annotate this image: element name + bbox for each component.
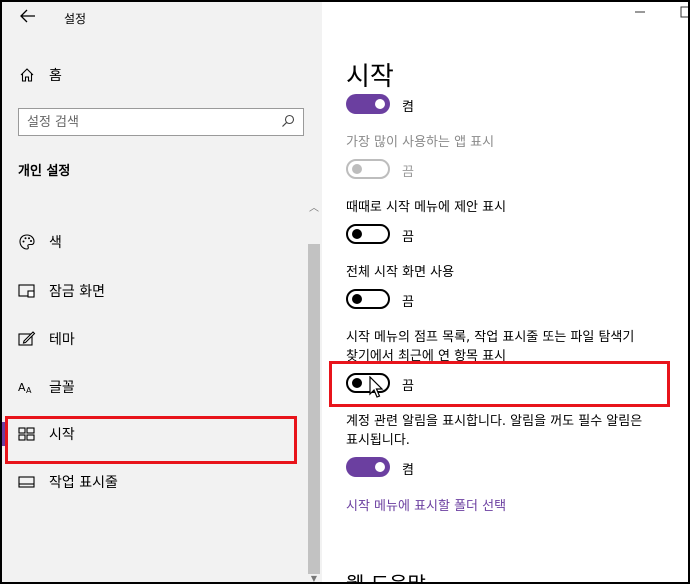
toggle-knob	[375, 99, 385, 109]
toggle-show-more-tiles[interactable]	[346, 94, 390, 114]
sidebar: 설정 홈 개인 설정 색	[0, 0, 322, 584]
toggle-state-label: 끔	[402, 230, 414, 245]
toggle-knob	[375, 462, 385, 472]
app-title: 설정	[64, 12, 87, 26]
toggle-state-label: 켬	[402, 463, 414, 478]
setting-label: 전체 시작 화면 사용	[346, 265, 455, 280]
setting-label-line1: 시작 메뉴의 점프 목록, 작업 표시줄 또는 파일 탐색기	[346, 330, 635, 345]
sidebar-item-start[interactable]: 시작	[2, 422, 288, 446]
sidebar-item-label: 작업 표시줄	[49, 475, 118, 491]
sidebar-scrollbar[interactable]: ︿ ▼	[306, 200, 322, 584]
toggle-full-screen-start[interactable]	[346, 289, 390, 309]
toggle-knob	[352, 164, 362, 174]
setting-label-line1: 계정 관련 알림을 표시합니다. 알림을 꺼도 필수 알림은	[346, 414, 643, 429]
toggle-knob	[352, 294, 362, 304]
sidebar-item-label: 색	[49, 235, 62, 251]
minimize-button[interactable]	[634, 6, 646, 22]
toggle-knob	[352, 378, 362, 388]
sidebar-item-label: 잠금 화면	[49, 284, 105, 300]
scroll-thumb[interactable]	[308, 244, 320, 574]
toggle-state-label: 끔	[402, 295, 414, 310]
sidebar-item-lock-screen[interactable]: 잠금 화면	[18, 279, 288, 303]
setting-label-line2: 표시됩니다.	[346, 433, 410, 448]
sidebar-item-label: 시작	[49, 427, 75, 443]
sidebar-item-color[interactable]: 색	[18, 230, 288, 254]
section-title: 개인 설정	[18, 164, 71, 179]
mouse-cursor-icon	[369, 376, 384, 398]
sidebar-item-label: 홈	[49, 68, 62, 84]
home-icon	[18, 66, 36, 84]
setting-label-line2: 찾기에서 최근에 연 항목 표시	[346, 349, 507, 364]
scroll-up-icon[interactable]: ︿	[306, 202, 322, 216]
sidebar-item-taskbar[interactable]: 작업 표시줄	[18, 470, 288, 494]
sidebar-item-fonts[interactable]: A A 글꼴	[18, 375, 288, 399]
back-button[interactable]	[16, 8, 40, 28]
setting-label: 가장 많이 사용하는 앱 표시	[346, 135, 495, 150]
theme-icon	[18, 330, 36, 348]
maximize-icon	[680, 6, 690, 18]
minimize-icon	[635, 11, 645, 13]
font-icon: A A	[18, 378, 36, 396]
back-arrow-icon	[20, 9, 35, 23]
search-input[interactable]	[27, 114, 281, 130]
svg-text:A: A	[26, 386, 32, 395]
sidebar-item-theme[interactable]: 테마	[18, 327, 288, 351]
toggle-account-notifications[interactable]	[346, 457, 390, 477]
toggle-most-used-apps	[346, 159, 390, 179]
lock-screen-icon	[18, 282, 36, 300]
search-box[interactable]	[18, 108, 304, 136]
toggle-state-label: 끔	[402, 379, 414, 394]
scroll-down-icon[interactable]: ▼	[306, 574, 322, 584]
toggle-suggestions[interactable]	[346, 224, 390, 244]
main-panel: 시작 켬 가장 많이 사용하는 앱 표시 끔 때때로 시작 메뉴에 제안 표시 …	[322, 0, 690, 584]
web-help-heading: 웹 도움말	[346, 572, 426, 584]
page-title: 시작	[346, 62, 394, 92]
sidebar-item-home[interactable]: 홈	[18, 64, 298, 86]
toggle-state-label: 켬	[402, 100, 414, 115]
choose-folders-link[interactable]: 시작 메뉴에 표시할 폴더 선택	[346, 495, 506, 514]
svg-text:A: A	[18, 381, 26, 394]
search-icon[interactable]	[281, 113, 295, 132]
maximize-button[interactable]	[680, 6, 690, 22]
setting-label: 때때로 시작 메뉴에 제안 표시	[346, 200, 507, 215]
palette-icon	[18, 233, 36, 251]
taskbar-icon	[18, 473, 36, 491]
start-icon	[18, 425, 36, 443]
sidebar-item-label: 글꼴	[49, 380, 75, 396]
toggle-state-label: 끔	[402, 165, 414, 180]
sidebar-item-label: 테마	[49, 332, 75, 348]
toggle-knob	[352, 229, 362, 239]
